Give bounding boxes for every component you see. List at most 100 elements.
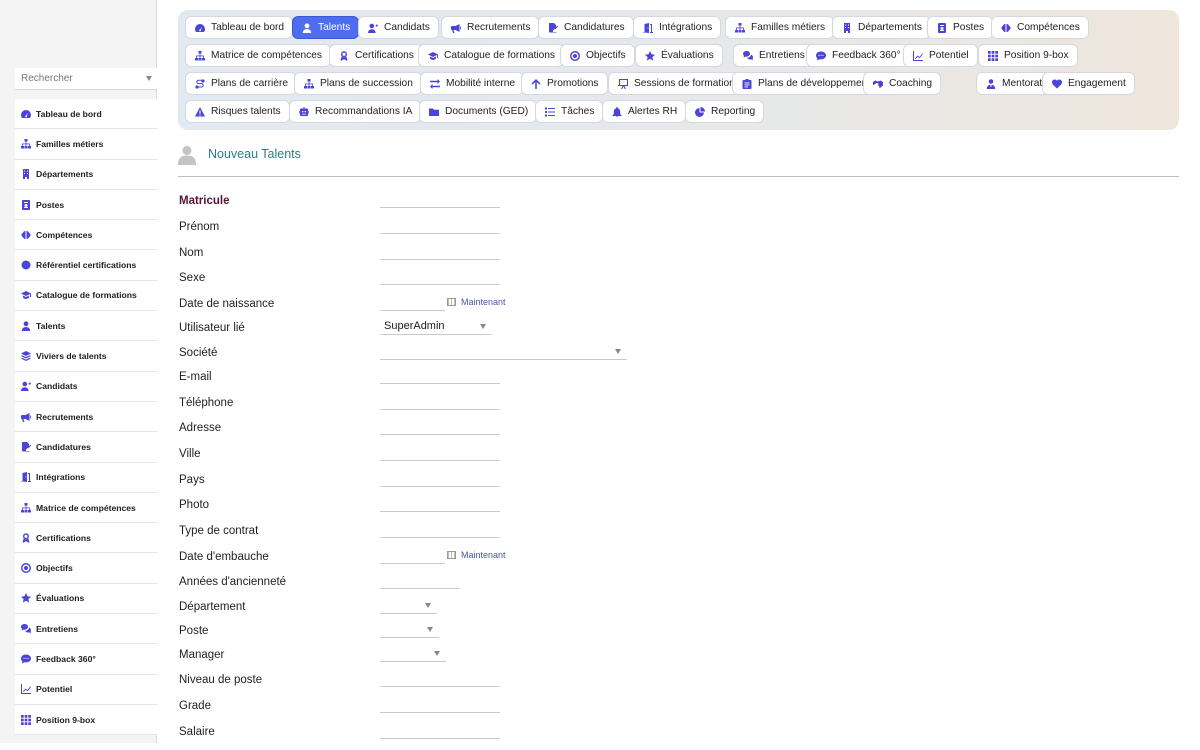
departement-select[interactable]: [380, 599, 437, 614]
tab-promotions[interactable]: Promotions: [521, 72, 608, 95]
poste-select[interactable]: [380, 623, 439, 638]
sidebar-search[interactable]: [15, 68, 157, 90]
telephone-label: Téléphone: [179, 397, 234, 409]
sexe-input[interactable]: [380, 270, 500, 285]
tab-plans-de-succession[interactable]: Plans de succession: [294, 72, 422, 95]
sidebar-item-position-9-box[interactable]: Position 9-box: [15, 704, 157, 736]
tab-candidatures[interactable]: Candidatures: [538, 16, 634, 39]
date-de-naissance-input[interactable]: [380, 296, 445, 311]
sidebar-item-viviers-de-talents[interactable]: Viviers de talents: [15, 341, 157, 372]
tab-matrice-de-competences[interactable]: Matrice de compétences: [185, 44, 331, 67]
type-de-contrat-input[interactable]: [380, 523, 500, 538]
tab-talents[interactable]: Talents: [292, 16, 360, 39]
tab-plans-de-carriere[interactable]: Plans de carrière: [185, 72, 298, 95]
niveau-de-poste-input[interactable]: [380, 672, 500, 687]
date-d-embauche-now-button[interactable]: Maintenant: [447, 550, 506, 560]
tab-departements[interactable]: Départements: [832, 16, 931, 39]
sidebar-item-integrations[interactable]: Intégrations: [15, 462, 157, 493]
sidebar-item-postes[interactable]: Postes: [15, 189, 157, 221]
tab-plans-de-developpement[interactable]: Plans de développement: [732, 72, 880, 95]
tab-catalogue-de-formations[interactable]: Catalogue de formations: [418, 44, 564, 67]
tab-candidats[interactable]: Candidats: [358, 16, 439, 39]
tab-label: Engagement: [1068, 78, 1126, 89]
tab-potentiel[interactable]: Potentiel: [903, 44, 978, 67]
tab-label: Familles métiers: [751, 22, 826, 33]
sidebar-item-evaluations[interactable]: Évaluations: [15, 583, 157, 615]
form-row-prenom: Prénom: [179, 219, 779, 245]
nom-input[interactable]: [380, 245, 500, 260]
pays-input[interactable]: [380, 472, 500, 487]
adresse-input[interactable]: [380, 420, 500, 435]
sidebar-item-entretiens[interactable]: Entretiens: [15, 614, 157, 645]
heart-icon: [1051, 78, 1063, 90]
user-icon: [301, 22, 313, 34]
grade-input[interactable]: [380, 698, 500, 713]
tab-postes[interactable]: Postes: [927, 16, 994, 39]
sidebar-item-catalogue-de-formations[interactable]: Catalogue de formations: [15, 280, 157, 312]
tab-certifications[interactable]: Certifications: [329, 44, 423, 67]
sidebar-item-departements[interactable]: Départements: [15, 159, 157, 190]
comments-icon: [742, 50, 754, 62]
tab-label: Catalogue de formations: [444, 50, 555, 61]
tab-familles-metiers[interactable]: Familles métiers: [725, 16, 835, 39]
sidebar-item-competences[interactable]: Compétences: [15, 220, 157, 251]
tab-recrutements[interactable]: Recrutements: [441, 16, 540, 39]
utilisateur-lie-select[interactable]: SuperAdmin: [380, 320, 492, 335]
tab-integrations[interactable]: Intégrations: [633, 16, 722, 39]
tab-reporting[interactable]: Reporting: [685, 100, 765, 123]
tab-feedback-360[interactable]: Feedback 360°: [806, 44, 910, 67]
date-de-naissance-now-button[interactable]: Maintenant: [447, 297, 506, 307]
tab-sessions-de-formation[interactable]: Sessions de formation: [608, 72, 744, 95]
sidebar-item-familles-metiers[interactable]: Familles métiers: [15, 129, 157, 160]
tab-mobilite-interne[interactable]: Mobilité interne: [420, 72, 525, 95]
sidebar-item-talents[interactable]: Talents: [15, 311, 157, 342]
sidebar-item-tableau-de-bord[interactable]: Tableau de bord: [15, 99, 157, 130]
tab-taches[interactable]: Tâches: [535, 100, 604, 123]
photo-input[interactable]: [380, 497, 500, 512]
sidebar-item-matrice-de-competences[interactable]: Matrice de compétences: [15, 492, 157, 524]
tab-objectifs[interactable]: Objectifs: [560, 44, 635, 67]
sidebar-item-candidatures[interactable]: Candidatures: [15, 432, 157, 463]
manager-select[interactable]: [380, 647, 446, 662]
tab-label: Mentorat: [1002, 78, 1043, 89]
ville-input[interactable]: [380, 446, 500, 461]
annees-d-anciennete-input[interactable]: [380, 574, 460, 589]
prenom-input[interactable]: [380, 219, 500, 234]
tab-entretiens[interactable]: Entretiens: [733, 44, 814, 67]
utilisateur-lie-select-value: SuperAdmin: [384, 320, 445, 332]
form-row-utilisateur-lie: Utilisateur lié SuperAdmin: [179, 320, 779, 346]
tab-alertes-rh[interactable]: Alertes RH: [602, 100, 687, 123]
tab-tableau-de-bord[interactable]: Tableau de bord: [185, 16, 294, 39]
sidebar-item-recrutements[interactable]: Recrutements: [15, 401, 157, 433]
tab-competences[interactable]: Compétences: [991, 16, 1089, 39]
tab-documents-ged[interactable]: Documents (GED): [419, 100, 538, 123]
chevron-down-icon[interactable]: [146, 76, 152, 81]
form-row-sexe: Sexe: [179, 270, 779, 296]
sidebar-search-input[interactable]: [15, 68, 141, 84]
tab-recommandations-ia[interactable]: Recommandations IA: [289, 100, 422, 123]
salaire-input[interactable]: [380, 724, 500, 739]
sidebar-item-label: Candidatures: [36, 441, 91, 452]
tab-coaching[interactable]: Coaching: [863, 72, 942, 95]
matricule-input[interactable]: [380, 193, 500, 208]
sidebar-item-certifications[interactable]: Certifications: [15, 523, 157, 554]
tab-risques-talents[interactable]: Risques talents: [185, 100, 290, 123]
societe-select[interactable]: [380, 345, 627, 360]
tab-label: Position 9-box: [1004, 50, 1069, 61]
sidebar-item-objectifs[interactable]: Objectifs: [15, 553, 157, 584]
sidebar-item-candidats[interactable]: Candidats: [15, 371, 157, 402]
date-d-embauche-input[interactable]: [380, 549, 445, 564]
form-row-type-de-contrat: Type de contrat: [179, 523, 779, 549]
tab-mentorat[interactable]: Mentorat: [976, 72, 1052, 95]
tab-label: Feedback 360°: [832, 50, 901, 61]
e-mail-input[interactable]: [380, 369, 500, 384]
sidebar-item-referentiel-certifications[interactable]: Référentiel certifications: [15, 250, 157, 281]
tab-evaluations[interactable]: Évaluations: [635, 44, 723, 67]
sidebar-item-label: Entretiens: [36, 623, 79, 634]
telephone-input[interactable]: [380, 395, 500, 410]
tab-position-9-box[interactable]: Position 9-box: [978, 44, 1078, 67]
tab-engagement[interactable]: Engagement: [1042, 72, 1135, 95]
sidebar-item-potentiel[interactable]: Potentiel: [15, 674, 157, 705]
type-de-contrat-label: Type de contrat: [179, 525, 259, 537]
sidebar-item-feedback-360[interactable]: Feedback 360°: [15, 644, 157, 675]
